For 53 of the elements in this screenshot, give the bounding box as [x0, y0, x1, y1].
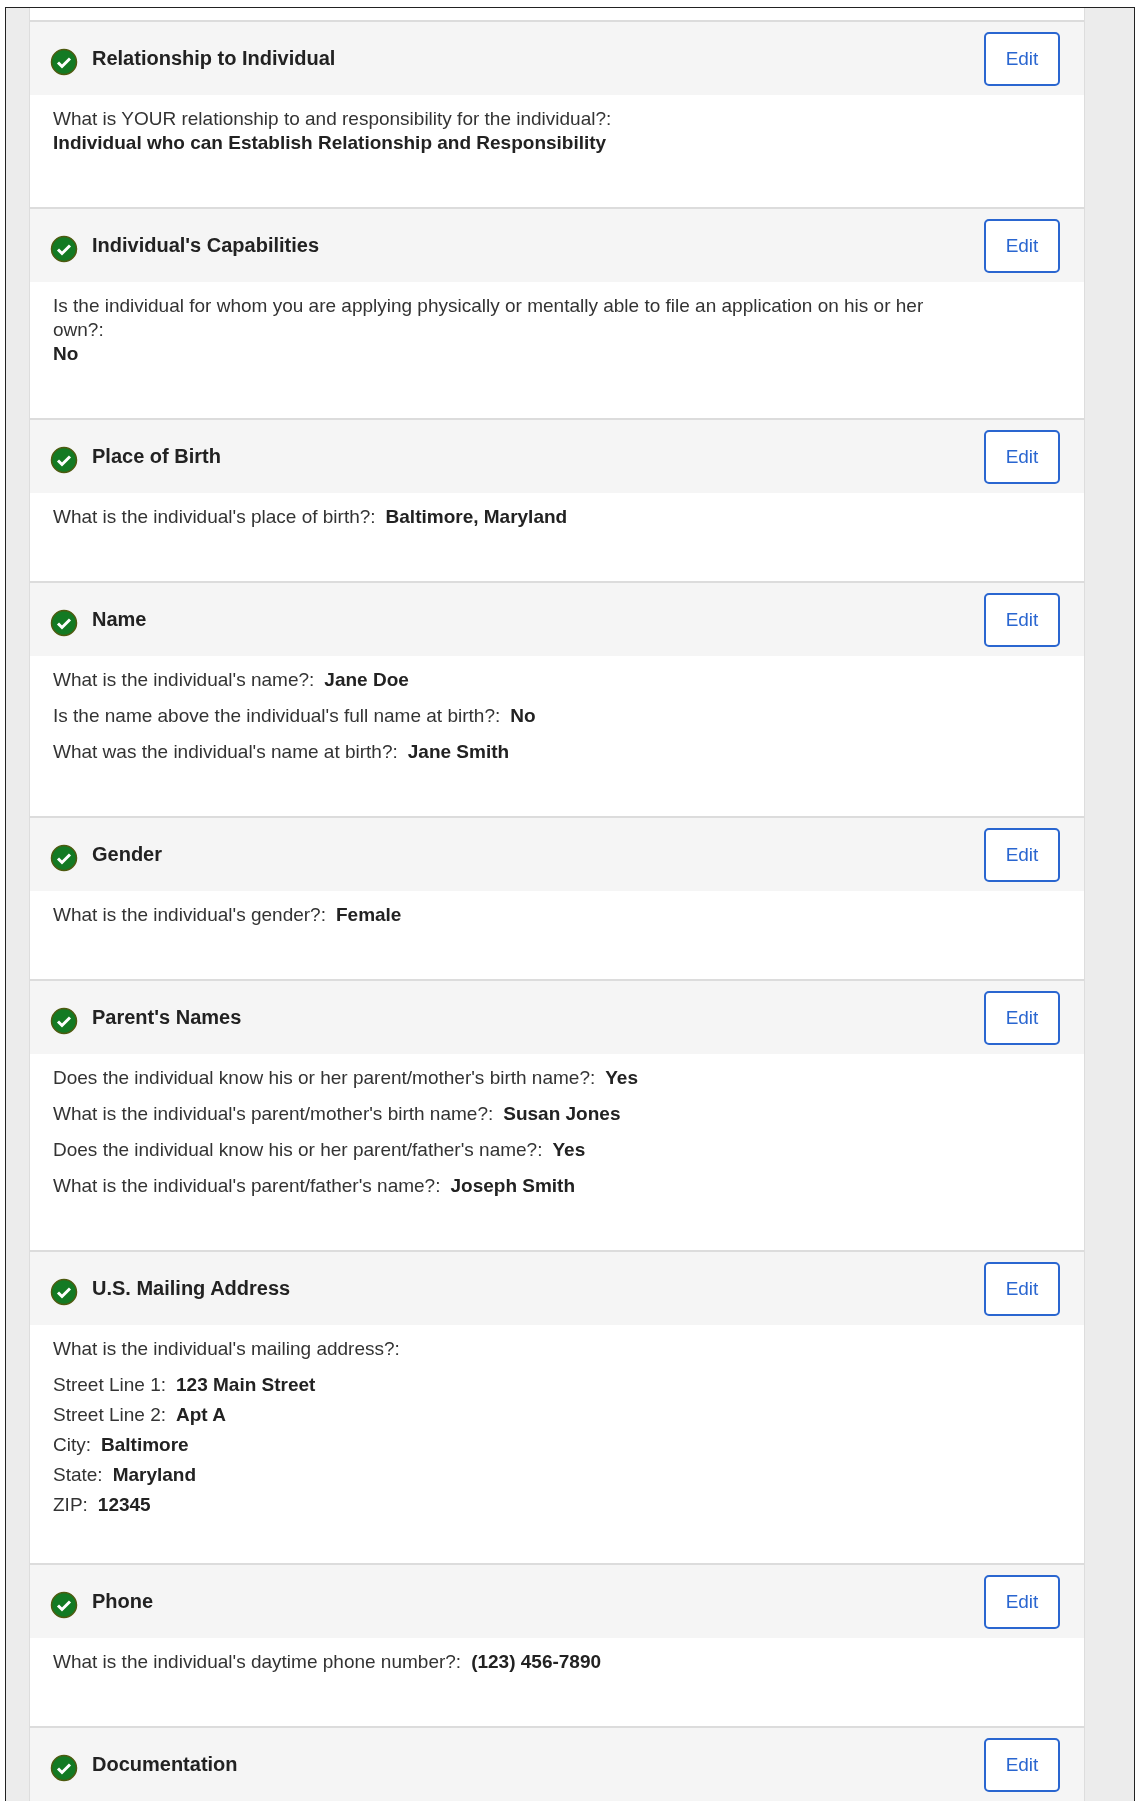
- answer-value: Jane Smith: [407, 740, 510, 764]
- answer-value: No: [510, 704, 536, 728]
- question-label: What is the individual's parent/father's name?:: [53, 1174, 441, 1198]
- question-label: Street Line 2:: [53, 1403, 167, 1427]
- answer-value: Jane Doe: [324, 668, 409, 692]
- question-label: What is the individual's daytime phone number?:: [53, 1650, 462, 1674]
- question-label: Does the individual know his or her parent/mother's birth name?:: [53, 1066, 596, 1090]
- answer-value: Baltimore: [101, 1433, 189, 1457]
- question-label: Is the name above the individual's full name at birth?:: [53, 704, 501, 728]
- section-title: Place of Birth: [92, 445, 222, 468]
- section-title: Gender: [92, 843, 164, 866]
- question-label: State:: [53, 1463, 103, 1487]
- edit-button[interactable]: Edit: [984, 1737, 1060, 1792]
- answer-value: 123 Main Street: [176, 1373, 316, 1397]
- section-title: Parent's Names: [92, 1006, 243, 1029]
- answer-value: Yes: [552, 1138, 586, 1162]
- edit-button[interactable]: Edit: [984, 990, 1060, 1045]
- question-label: What was the individual's name at birth?:: [53, 740, 398, 764]
- edit-button[interactable]: Edit: [984, 1261, 1060, 1316]
- question-label: What is YOUR relationship to and responsibility for the individual?:: [53, 107, 612, 131]
- section-title: Relationship to Individual: [92, 47, 337, 70]
- answer-value: (123) 456-7890: [471, 1650, 602, 1674]
- edit-button[interactable]: Edit: [984, 827, 1060, 882]
- answer-value: 12345: [97, 1493, 151, 1517]
- edit-button[interactable]: Edit: [984, 429, 1060, 484]
- section-title: Name: [92, 608, 148, 631]
- question-label: Does the individual know his or her parent/father's name?:: [53, 1138, 543, 1162]
- question-label: What is the individual's gender?:: [53, 903, 326, 927]
- question-label: What is the individual's parent/mother's birth name?:: [53, 1102, 494, 1126]
- section-title: Phone: [92, 1590, 155, 1613]
- edit-button[interactable]: Edit: [984, 1574, 1060, 1629]
- answer-value: Susan Jones: [503, 1102, 621, 1126]
- question-label: ZIP:: [53, 1493, 88, 1517]
- question-label: Is the individual for whom you are applying physically or mentally able to file an application on his or her own?:: [53, 294, 925, 342]
- edit-button[interactable]: Edit: [984, 592, 1060, 647]
- answer-value: No: [53, 342, 79, 366]
- edit-button[interactable]: Edit: [984, 31, 1060, 86]
- question-label: City:: [53, 1433, 91, 1457]
- question-label: Street Line 1:: [53, 1373, 167, 1397]
- question-label: What is the individual's name?:: [53, 668, 315, 692]
- answer-value: Individual who can Establish Relationship and Responsibility: [53, 131, 607, 155]
- answer-value: Maryland: [112, 1463, 197, 1487]
- answer-value: Apt A: [176, 1403, 226, 1427]
- section-title: U.S. Mailing Address: [92, 1277, 292, 1300]
- question-label: What is the individual's mailing address?:: [53, 1337, 400, 1361]
- answer-value: Yes: [605, 1066, 638, 1090]
- edit-button[interactable]: Edit: [984, 218, 1060, 273]
- section-title: Documentation: [92, 1753, 239, 1776]
- section-title: Individual's Capabilities: [92, 234, 321, 257]
- answer-value: Baltimore, Maryland: [385, 505, 568, 529]
- answer-value: Female: [335, 903, 402, 927]
- answer-value: Joseph Smith: [450, 1174, 576, 1198]
- question-label: What is the individual's place of birth?:: [53, 505, 376, 529]
